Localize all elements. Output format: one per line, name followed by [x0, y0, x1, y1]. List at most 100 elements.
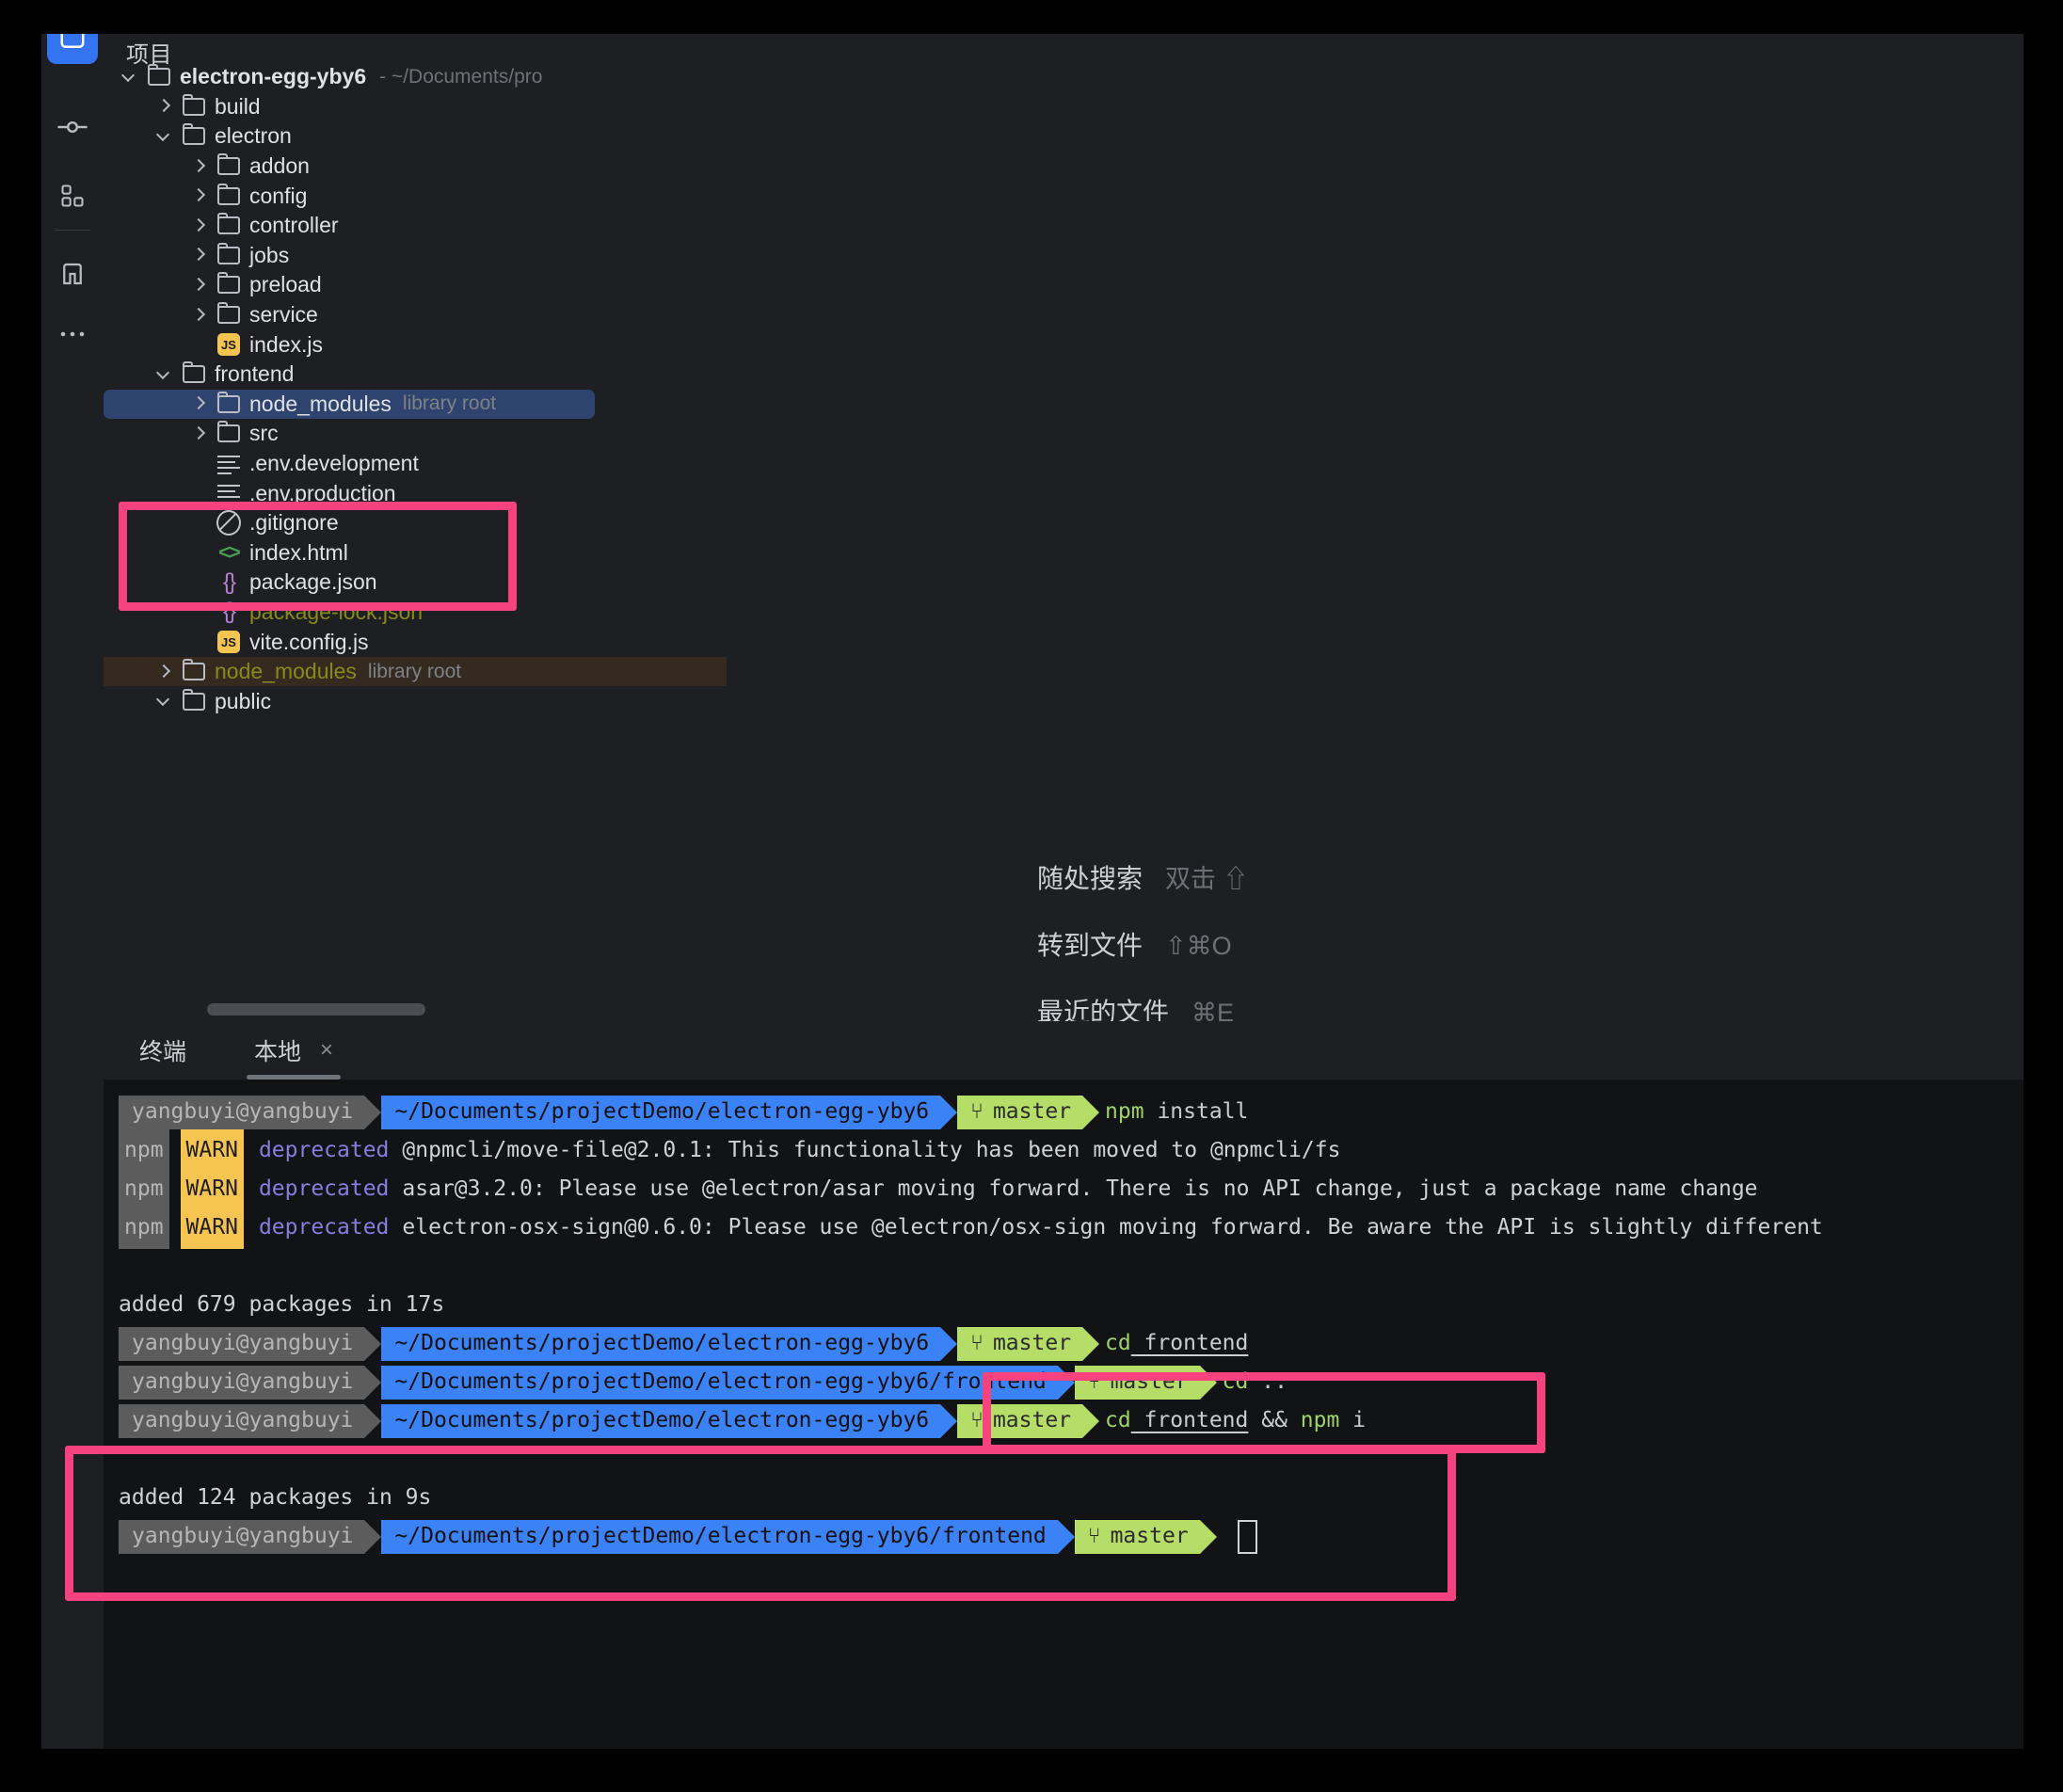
tree-item-controller[interactable]: controller: [104, 211, 727, 241]
command-rest-2: i: [1339, 1408, 1367, 1432]
chevron-right-icon[interactable]: [155, 98, 172, 115]
git-branch-icon: ⑂: [1087, 1524, 1101, 1548]
tree-item-label: electron: [215, 123, 292, 149]
tree-item-preload[interactable]: preload: [104, 270, 727, 300]
editor-empty-state: 随处搜索 双击 ⇧ 转到文件 ⇧⌘O 最近的文件 ⌘E: [727, 34, 2023, 1027]
tree-item--env-development[interactable]: .env.development: [104, 449, 727, 479]
chevron-down-icon[interactable]: [155, 366, 172, 383]
json-file-icon: {}: [222, 599, 236, 625]
terminal-output-line: added 679 packages in 17s: [119, 1286, 2023, 1324]
chevron-right-icon[interactable]: [190, 307, 207, 324]
terminal-command: cd frontend: [1105, 1324, 1248, 1363]
chevron-right-icon[interactable]: [155, 664, 172, 680]
tree-item-label: node_modules: [215, 659, 357, 684]
tree-item-public[interactable]: public: [104, 686, 727, 716]
folder-icon: [216, 421, 241, 446]
tree-item-label: jobs: [249, 242, 290, 267]
warning-message: @npmcli/move-file@2.0.1: This functional…: [402, 1138, 1341, 1162]
prompt-branch: master: [992, 1331, 1072, 1355]
chevron-right-icon[interactable]: [190, 247, 207, 264]
chevron-right-icon[interactable]: [190, 277, 207, 294]
folder-icon: [216, 242, 241, 267]
tree-item-addon[interactable]: addon: [104, 152, 727, 182]
tree-item-build[interactable]: build: [104, 92, 727, 122]
prompt-path: ~/Documents/projectDemo/electron-egg-yby…: [394, 1331, 930, 1355]
terminal-prompt-line: yangbuyi@yangbuyi ~/Documents/projectDemo…: [119, 1401, 2023, 1440]
close-icon[interactable]: ×: [320, 1037, 333, 1064]
tree-item-label: service: [249, 302, 318, 328]
command-keyword: npm: [1105, 1099, 1144, 1124]
project-tree[interactable]: electron-egg-yby6 - ~/Documents/pro buil…: [104, 62, 727, 989]
text-file-icon: [216, 452, 241, 476]
command-argument: frontend: [1130, 1408, 1249, 1432]
tree-item-label: src: [249, 421, 279, 446]
chevron-down-icon[interactable]: [155, 128, 172, 145]
tree-item-label: controller: [249, 213, 339, 238]
tree-item-package-lock-json[interactable]: {} package-lock.json: [104, 598, 727, 628]
tree-item-hint: library root: [367, 660, 462, 682]
terminal-command: npm install: [1105, 1093, 1248, 1131]
tree-item-node-modules[interactable]: node_modules library root: [104, 656, 727, 687]
chevron-down-icon[interactable]: [120, 69, 137, 86]
chevron-right-icon[interactable]: [190, 187, 207, 204]
tree-item-label: frontend: [215, 361, 295, 387]
tree-item-config[interactable]: config: [104, 181, 727, 211]
json-file-icon: {}: [222, 568, 236, 595]
chevron-right-icon[interactable]: [190, 217, 207, 234]
chevron-down-icon[interactable]: [155, 693, 172, 710]
npm-tag: npm: [119, 1207, 169, 1249]
terminal-text: added 679 packages in 17s: [119, 1292, 445, 1317]
tree-item-src[interactable]: src: [104, 419, 727, 449]
tree-item-service[interactable]: service: [104, 300, 727, 330]
npm-tag: npm: [119, 1129, 169, 1172]
prompt-branch-segment: ⑂ master: [957, 1403, 1100, 1438]
tree-item-index-html[interactable]: <> index.html: [104, 538, 727, 568]
command-rest: ..: [1248, 1369, 1287, 1394]
chevron-right-icon[interactable]: [190, 158, 207, 175]
warning-message: asar@3.2.0: Please use @electron/asar mo…: [402, 1176, 1758, 1201]
gitignore-file-icon: [216, 510, 241, 536]
tree-item-node-modules[interactable]: node_modules library root: [104, 389, 595, 420]
project-view-icon[interactable]: [47, 34, 98, 64]
command-keyword-2: npm: [1300, 1408, 1340, 1432]
project-tree-horizontal-scrollbar[interactable]: [207, 1003, 425, 1016]
folder-icon: [182, 688, 206, 713]
notifications-icon[interactable]: [47, 248, 98, 299]
tree-item--env-production[interactable]: .env.production: [104, 478, 727, 508]
command-keyword: cd: [1105, 1408, 1131, 1432]
prompt-user-segment: yangbuyi@yangbuyi: [119, 1519, 382, 1554]
tab-local[interactable]: 本地 ×: [233, 1021, 354, 1080]
tab-terminal[interactable]: 终端: [119, 1021, 207, 1080]
prompt-path-segment: ~/Documents/projectDemo/electron-egg-yby…: [381, 1326, 958, 1361]
prompt-user: yangbuyi@yangbuyi: [132, 1369, 354, 1394]
terminal-command: cd frontend && npm i: [1105, 1401, 1366, 1440]
prompt-user: yangbuyi@yangbuyi: [132, 1099, 354, 1124]
tree-item--gitignore[interactable]: .gitignore: [104, 508, 727, 538]
tree-item-frontend[interactable]: frontend: [104, 360, 727, 390]
folder-icon: [216, 213, 241, 238]
tree-item-hint: library root: [402, 392, 497, 415]
commit-icon[interactable]: [47, 102, 98, 152]
terminal-output[interactable]: yangbuyi@yangbuyi ~/Documents/projectDemo…: [104, 1080, 2023, 1749]
tree-root-row[interactable]: electron-egg-yby6 - ~/Documents/pro: [104, 62, 727, 92]
tree-item-vite-config-js[interactable]: JS vite.config.js: [104, 627, 727, 657]
prompt-branch-segment: ⑂ master: [1074, 1519, 1217, 1554]
terminal-text: added 124 packages in 9s: [119, 1485, 432, 1510]
tree-item-label: index.js: [249, 331, 323, 357]
more-tool-windows-icon[interactable]: [47, 309, 98, 360]
chevron-right-icon[interactable]: [190, 395, 207, 412]
chevron-right-icon[interactable]: [190, 425, 207, 442]
tree-item-package-json[interactable]: {} package.json: [104, 568, 727, 598]
tree-item-index-js[interactable]: JS index.js: [104, 329, 727, 360]
tree-item-label: package-lock.json: [249, 599, 424, 624]
tree-item-label: node_modules: [249, 391, 392, 416]
folder-icon: [216, 391, 241, 416]
terminal-npm-warning-line: npm WARN deprecated electron-osx-sign@0.6.0…: [119, 1207, 2023, 1249]
project-tool-window: 项目 ◉ ⇅ — electron-egg-yby6 - ~/Documents…: [104, 34, 727, 1021]
structure-icon[interactable]: [47, 170, 98, 221]
tree-item-electron[interactable]: electron: [104, 121, 727, 152]
prompt-path-segment: ~/Documents/projectDemo/electron-egg-yby…: [381, 1519, 1075, 1554]
terminal-prompt-line: yangbuyi@yangbuyi ~/Documents/projectDemo…: [119, 1324, 2023, 1363]
tree-item-jobs[interactable]: jobs: [104, 241, 727, 271]
